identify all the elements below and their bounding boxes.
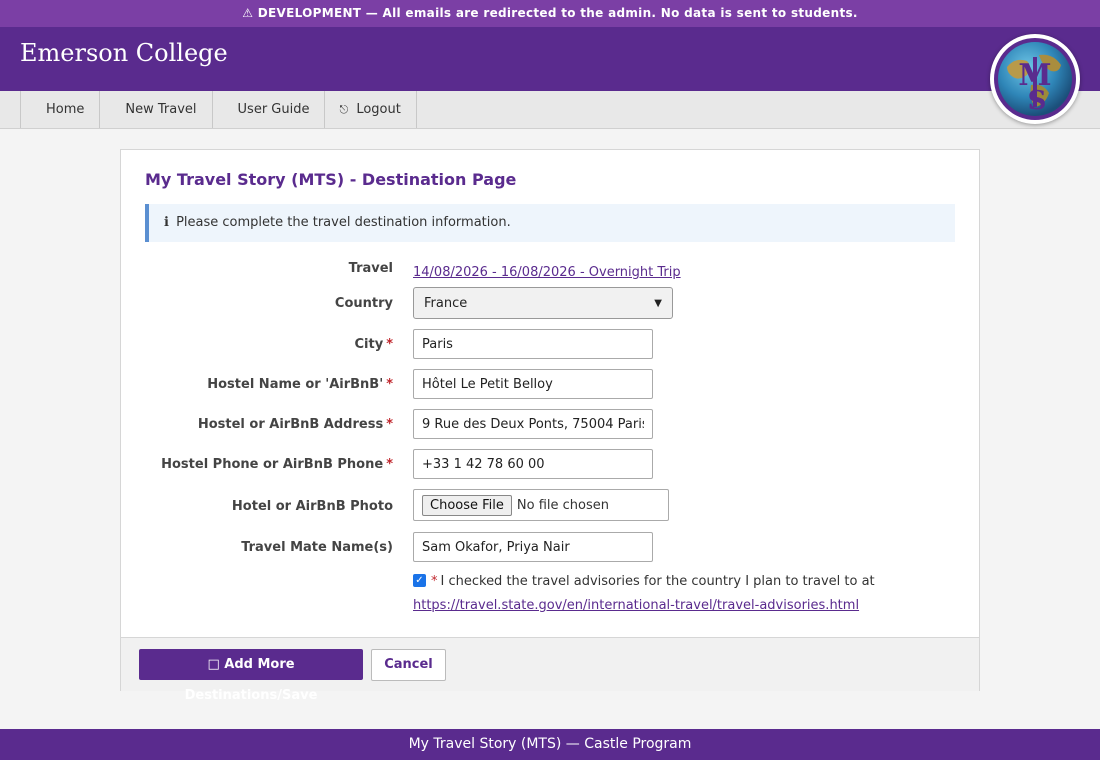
advisory-checkbox[interactable]: ✓ (413, 574, 426, 587)
advisory-text: I checked the travel advisories for the … (440, 574, 875, 589)
site-footer: My Travel Story (MTS) — Castle Program (0, 729, 1100, 760)
file-status: No file chosen (516, 497, 609, 513)
nav-user-guide-label: User Guide (237, 102, 310, 117)
info-icon: ℹ (164, 215, 169, 230)
save-label: Add More Destinations/Save (184, 657, 318, 703)
country-selected-value: France (424, 295, 468, 311)
advisory-text-line: * I checked the travel advisories for the… (431, 574, 875, 589)
nav-home-label: Home (46, 102, 85, 117)
site-header: Emerson College (0, 27, 1100, 91)
nav-logout[interactable]: ⎋ Logout (324, 91, 417, 128)
hostel-name-label: Hostel Name or 'AirBnB' * (207, 377, 393, 392)
photo-file-input[interactable]: Choose File No file chosen (413, 489, 669, 521)
chevron-down-icon: ▼ (654, 297, 662, 309)
choose-file-button[interactable]: Choose File (422, 494, 512, 516)
hostel-phone-label-text: Hostel Phone or AirBnB Phone (161, 457, 384, 472)
destination-card: My Travel Story (MTS) - Destination Page… (120, 149, 980, 703)
city-label-text: City (354, 337, 384, 352)
nav-new-travel-label: New Travel (125, 102, 197, 117)
hostel-phone-input[interactable] (413, 449, 653, 479)
photo-label: Hotel or AirBnB Photo (231, 499, 393, 514)
college-brand: Emerson College (20, 39, 228, 67)
info-text: Please complete the travel destination i… (176, 215, 511, 230)
city-input[interactable] (413, 329, 653, 359)
form-actions: □ Add More Destinations/Save Cancel (121, 637, 979, 703)
hostel-name-input[interactable] (413, 369, 653, 399)
save-icon: □ (207, 657, 220, 672)
mates-label: Travel Mate Name(s) (241, 540, 393, 555)
required-marker: * (431, 574, 438, 589)
required-marker: * (386, 417, 393, 432)
hostel-phone-label: Hostel Phone or AirBnB Phone * (161, 457, 393, 472)
travel-label: Travel (348, 261, 393, 276)
nav-new-travel[interactable]: New Travel (99, 91, 212, 128)
city-label: City * (355, 337, 394, 352)
advisory-link[interactable]: https://travel.state.gov/en/internationa… (413, 598, 859, 613)
development-banner: ⚠ DEVELOPMENT — All emails are redirecte… (0, 0, 1100, 27)
hostel-name-label-text: Hostel Name or 'AirBnB' (207, 377, 384, 392)
travel-link[interactable]: 14/08/2026 - 16/08/2026 - Overnight Trip (413, 265, 681, 280)
required-marker: * (386, 457, 393, 472)
page-title: My Travel Story (MTS) - Destination Page (145, 170, 517, 189)
country-label: Country (334, 296, 393, 311)
nav-logout-label: Logout (356, 102, 401, 117)
hostel-address-label: Hostel or AirBnB Address * (198, 417, 393, 432)
hostel-address-label-text: Hostel or AirBnB Address (197, 417, 384, 432)
main-nav: Home New Travel User Guide ⎋ Logout (0, 91, 1100, 129)
footer-text: My Travel Story (MTS) — Castle Program (408, 736, 692, 752)
required-marker: * (386, 377, 393, 392)
nav-home[interactable]: Home (20, 91, 100, 128)
mts-globe-logo-icon: M S (990, 34, 1080, 124)
cancel-button[interactable]: Cancel (371, 649, 446, 681)
country-select[interactable]: France ▼ (413, 287, 673, 319)
add-destination-save-button[interactable]: □ Add More Destinations/Save (139, 649, 363, 703)
logout-icon: ⎋ (339, 103, 349, 116)
hostel-address-input[interactable] (413, 409, 653, 439)
nav-user-guide[interactable]: User Guide (211, 91, 325, 128)
mates-input[interactable] (413, 532, 653, 562)
info-alert: ℹ Please complete the travel destination… (145, 204, 955, 242)
banner-text: ⚠ DEVELOPMENT — All emails are redirecte… (242, 6, 858, 20)
required-marker: * (386, 337, 393, 352)
